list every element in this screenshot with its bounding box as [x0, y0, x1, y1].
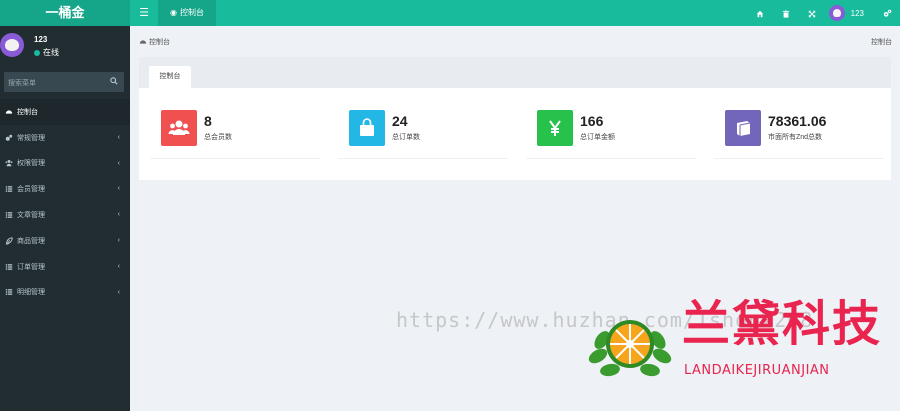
watermark-pinyin: LANDAIKEJIRUANJIAN: [684, 363, 830, 378]
stat-label: 总订单金额: [580, 134, 615, 141]
home-icon: [756, 10, 763, 17]
stat-card-znd-total: 78361.06 市面所有Znd总数: [714, 105, 884, 159]
sidebar-item-members[interactable]: 会员管理 ‹: [0, 176, 130, 202]
chevron-left-icon: ‹: [117, 262, 120, 270]
stat-label: 市面所有Znd总数: [768, 134, 823, 141]
sidebar-item-label: 订单管理: [17, 263, 45, 271]
stat-icon-box: [537, 110, 573, 146]
stat-card-amount: 166 总订单金额: [526, 105, 696, 159]
sidebar-item-label: 文章管理: [17, 212, 45, 220]
stat-value: 166: [580, 113, 604, 129]
sidebar-item-auth[interactable]: 权限管理 ‹: [0, 151, 130, 177]
chevron-left-icon: ‹: [117, 133, 120, 141]
user-panel: 123 在线: [0, 26, 130, 66]
chevron-left-icon: ‹: [117, 185, 120, 193]
status-text: 在线: [43, 48, 59, 57]
home-button[interactable]: [747, 0, 773, 26]
yen-icon: [549, 120, 561, 136]
settings-button[interactable]: [874, 0, 900, 26]
chevron-left-icon: ‹: [117, 288, 120, 296]
sidebar-item-label: 权限管理: [17, 160, 45, 168]
stat-icon-box: [161, 110, 197, 146]
list-icon: [5, 212, 13, 218]
stat-value: 24: [392, 113, 408, 129]
sidebar-item-label: 控制台: [17, 108, 38, 116]
stat-value: 8: [204, 113, 212, 129]
user-menu[interactable]: 123: [825, 5, 874, 21]
breadcrumb-current: 控制台: [871, 39, 892, 46]
dashboard-icon: ◉: [170, 8, 177, 17]
leaf-icon: [6, 237, 13, 245]
sidebar-item-label: 常规管理: [17, 134, 45, 142]
group-icon: [5, 160, 13, 167]
chevron-left-icon: ‹: [117, 159, 120, 167]
stat-icon-box: [349, 110, 385, 146]
sidebar-item-dashboard[interactable]: 控制台: [0, 99, 130, 125]
fullscreen-button[interactable]: [799, 0, 825, 26]
sidebar-item-articles[interactable]: 文章管理 ‹: [0, 202, 130, 228]
top-right-toolbar: 123: [747, 0, 900, 26]
online-dot-icon: [34, 49, 40, 56]
trash-icon: [782, 10, 789, 18]
sidebar-item-products[interactable]: 商品管理 ‹: [0, 228, 130, 254]
menu-search: [4, 72, 124, 94]
stat-label: 总订单数: [392, 134, 420, 141]
sidebar: 123 在线 控制台 常规管理 ‹ 权限管理 ‹ 会员管理 ‹: [0, 26, 130, 411]
tab-label: 控制台: [179, 8, 204, 17]
chevron-left-icon: ‹: [117, 236, 120, 244]
dashboard-panel: 控制台 8 总会员数 24 总订单数 166 总订单金额 78361.06 市面…: [139, 57, 891, 180]
stat-icon-box: [725, 110, 761, 146]
sidebar-item-label: 明细管理: [17, 289, 45, 297]
stat-card-orders: 24 总订单数: [338, 105, 508, 159]
app-logo[interactable]: 一桶金: [0, 0, 130, 26]
watermark-logo-icon: [588, 320, 672, 377]
avatar: [828, 5, 845, 21]
shopping-bag-icon: [360, 118, 374, 136]
online-status: 在线: [34, 47, 59, 58]
search-icon[interactable]: [110, 77, 118, 85]
clear-cache-button[interactable]: [773, 0, 799, 26]
chevron-left-icon: ‹: [117, 211, 120, 219]
fullscreen-icon: [808, 10, 815, 17]
list-icon: [5, 186, 13, 193]
stat-value: 78361.06: [768, 113, 827, 129]
sidebar-menu: 控制台 常规管理 ‹ 权限管理 ‹ 会员管理 ‹ 文章管理 ‹ 商品管理 ‹ 订…: [0, 99, 130, 305]
sidebar-item-label: 商品管理: [17, 237, 45, 245]
cogs-icon: [883, 9, 891, 17]
sidebar-item-label: 会员管理: [17, 186, 45, 194]
menu-toggle-button[interactable]: ☰: [130, 0, 158, 26]
main-content: 控制台 控制台 控制台 8 总会员数 24 总订单数 166 总订单金额 783…: [130, 26, 900, 411]
dashboard-icon: [5, 110, 13, 114]
users-icon: [168, 120, 190, 135]
cogs-icon: [5, 134, 13, 141]
sidebar-item-general[interactable]: 常规管理 ‹: [0, 125, 130, 151]
avatar: [0, 33, 24, 57]
list-icon: [5, 263, 13, 270]
stat-label: 总会员数: [204, 134, 232, 141]
list-icon: [5, 289, 13, 296]
tab-dashboard[interactable]: 控制台: [149, 66, 191, 88]
sidebar-item-orders[interactable]: 订单管理 ‹: [0, 254, 130, 280]
breadcrumb-label[interactable]: 控制台: [149, 37, 170, 47]
sidebar-item-details[interactable]: 明细管理 ‹: [0, 280, 130, 306]
top-navbar: 一桶金 ☰ ◉ 控制台 123: [0, 0, 900, 26]
search-input[interactable]: [4, 73, 124, 94]
book-icon: [737, 121, 751, 136]
bars-icon: ☰: [139, 7, 149, 19]
breadcrumb: 控制台: [139, 37, 170, 47]
sidebar-user-name: 123: [34, 35, 48, 44]
user-name: 123: [850, 8, 864, 18]
watermark-brand: 兰黛科技: [682, 296, 883, 352]
tab-dashboard[interactable]: ◉ 控制台: [158, 0, 216, 26]
dashboard-icon: [139, 40, 147, 44]
panel-heading: 控制台: [139, 57, 891, 88]
stat-card-members: 8 总会员数: [150, 105, 320, 159]
